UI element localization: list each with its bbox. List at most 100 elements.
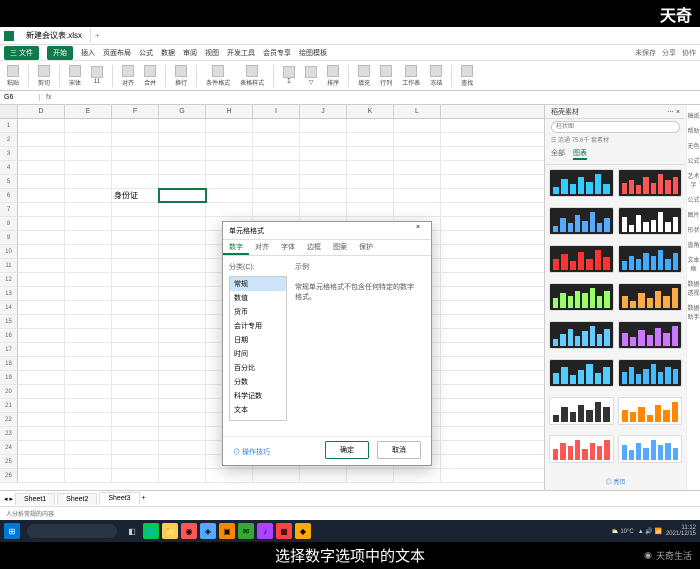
row-header-6[interactable]: 6 xyxy=(0,189,18,202)
cell-J1[interactable] xyxy=(300,119,347,132)
cell-D3[interactable] xyxy=(18,147,65,160)
dialog-tab-对齐[interactable]: 对齐 xyxy=(249,240,275,255)
chart-template-4[interactable] xyxy=(549,245,614,273)
row-col-button[interactable]: 行列 xyxy=(377,65,395,87)
cell-F19[interactable] xyxy=(112,371,159,384)
category-货币[interactable]: 货币 xyxy=(230,305,286,319)
cell-F5[interactable] xyxy=(112,175,159,188)
menu-页面布局[interactable]: 页面布局 xyxy=(103,48,131,58)
cell-D22[interactable] xyxy=(18,413,65,426)
cell-L4[interactable] xyxy=(394,161,441,174)
cell-G18[interactable] xyxy=(159,357,206,370)
cell-E19[interactable] xyxy=(65,371,112,384)
cell-K1[interactable] xyxy=(347,119,394,132)
cell-D13[interactable] xyxy=(18,287,65,300)
app-icon[interactable]: ◆ xyxy=(295,523,311,539)
cell-D19[interactable] xyxy=(18,371,65,384)
cell-G19[interactable] xyxy=(159,371,206,384)
cell-J6[interactable] xyxy=(300,189,347,202)
cell-I2[interactable] xyxy=(253,133,300,146)
cell-J2[interactable] xyxy=(300,133,347,146)
row-header-23[interactable]: 23 xyxy=(0,427,18,440)
menu-right-未保存[interactable]: 未保存 xyxy=(635,48,656,58)
cell-D14[interactable] xyxy=(18,301,65,314)
cell-F16[interactable] xyxy=(112,329,159,342)
cell-F21[interactable] xyxy=(112,399,159,412)
weather-widget[interactable]: ⛅ 10°C xyxy=(611,528,634,535)
cell-L26[interactable] xyxy=(394,469,441,482)
cell-F25[interactable] xyxy=(112,455,159,468)
cell-H26[interactable] xyxy=(206,469,253,482)
cell-L6[interactable] xyxy=(394,189,441,202)
menu-审阅[interactable]: 审阅 xyxy=(183,48,197,58)
tag-公式[interactable]: 公式 xyxy=(687,195,699,204)
panel-tab-全部[interactable]: 全部 xyxy=(551,148,565,160)
cell-F15[interactable] xyxy=(112,315,159,328)
sheet-nav[interactable]: ◂ ▸ xyxy=(4,495,13,503)
category-日期[interactable]: 日期 xyxy=(230,333,286,347)
col-header-H[interactable]: H xyxy=(206,105,253,118)
tray-icons[interactable]: ▲ 🔊 📶 xyxy=(638,528,662,535)
wrap-button[interactable]: 换行 xyxy=(172,65,190,87)
worksheet-button[interactable]: 工作表 xyxy=(399,65,423,87)
cell-F26[interactable] xyxy=(112,469,159,482)
cell-D2[interactable] xyxy=(18,133,65,146)
row-header-13[interactable]: 13 xyxy=(0,287,18,300)
format-button[interactable]: 条件格式 xyxy=(203,65,233,87)
sheet-tab-Sheet2[interactable]: Sheet2 xyxy=(57,493,97,505)
cell-F7[interactable] xyxy=(112,203,159,216)
cell-D25[interactable] xyxy=(18,455,65,468)
cell-E25[interactable] xyxy=(65,455,112,468)
menu-会员专享[interactable]: 会员专享 xyxy=(263,48,291,58)
category-分数[interactable]: 分数 xyxy=(230,375,286,389)
cell-G6[interactable] xyxy=(159,189,206,202)
category-百分比[interactable]: 百分比 xyxy=(230,361,286,375)
category-科学记数[interactable]: 科学记数 xyxy=(230,389,286,403)
cell-E8[interactable] xyxy=(65,217,112,230)
cell-I26[interactable] xyxy=(253,469,300,482)
tag-文本框[interactable]: 文本框 xyxy=(687,255,700,273)
cell-E7[interactable] xyxy=(65,203,112,216)
cell-F22[interactable] xyxy=(112,413,159,426)
cell-D7[interactable] xyxy=(18,203,65,216)
cell-D6[interactable] xyxy=(18,189,65,202)
cell-D18[interactable] xyxy=(18,357,65,370)
chart-template-11[interactable] xyxy=(618,359,683,387)
menu-绘图模板[interactable]: 绘图模板 xyxy=(299,48,327,58)
cell-D8[interactable] xyxy=(18,217,65,230)
cell-E26[interactable] xyxy=(65,469,112,482)
col-header-E[interactable]: E xyxy=(65,105,112,118)
cell-G26[interactable] xyxy=(159,469,206,482)
app-icon[interactable]: ✉ xyxy=(238,523,254,539)
cell-G25[interactable] xyxy=(159,455,206,468)
cell-I5[interactable] xyxy=(253,175,300,188)
col-header-K[interactable]: K xyxy=(347,105,394,118)
cell-E1[interactable] xyxy=(65,119,112,132)
app-icon[interactable]: ◈ xyxy=(200,523,216,539)
menu-插入[interactable]: 插入 xyxy=(81,48,95,58)
cell-K2[interactable] xyxy=(347,133,394,146)
cell-L7[interactable] xyxy=(394,203,441,216)
menu-file[interactable]: 三 文件 xyxy=(4,46,39,60)
cell-K6[interactable] xyxy=(347,189,394,202)
align-button[interactable]: 对齐 xyxy=(119,65,137,87)
find-button[interactable]: 查找 xyxy=(458,65,476,87)
cell-F12[interactable] xyxy=(112,273,159,286)
cell-L1[interactable] xyxy=(394,119,441,132)
cell-F20[interactable] xyxy=(112,385,159,398)
cell-G10[interactable] xyxy=(159,245,206,258)
category-特殊[interactable]: 特殊 xyxy=(230,417,286,421)
category-时间[interactable]: 时间 xyxy=(230,347,286,361)
cell-H1[interactable] xyxy=(206,119,253,132)
cell-E11[interactable] xyxy=(65,259,112,272)
cell-J5[interactable] xyxy=(300,175,347,188)
row-header-17[interactable]: 17 xyxy=(0,343,18,356)
cell-F14[interactable] xyxy=(112,301,159,314)
category-会计专用[interactable]: 会计专用 xyxy=(230,319,286,333)
row-header-26[interactable]: 26 xyxy=(0,469,18,482)
cell-F6[interactable]: 身份证 xyxy=(112,189,159,202)
cell-E16[interactable] xyxy=(65,329,112,342)
row-header-21[interactable]: 21 xyxy=(0,399,18,412)
col-header-J[interactable]: J xyxy=(300,105,347,118)
cell-F23[interactable] xyxy=(112,427,159,440)
